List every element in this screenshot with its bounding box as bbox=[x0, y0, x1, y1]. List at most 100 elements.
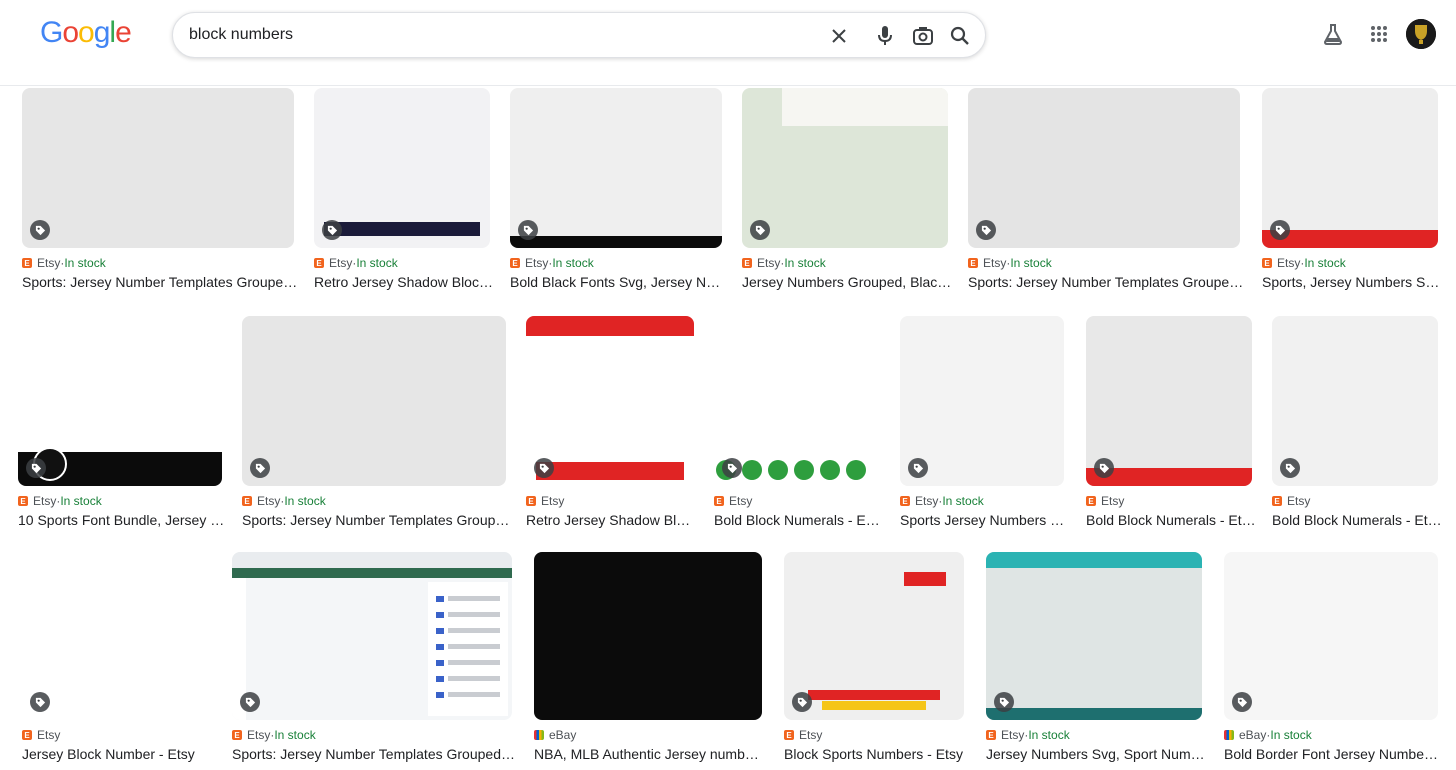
labs-flask-icon[interactable] bbox=[1320, 21, 1346, 47]
etsy-favicon-icon: E bbox=[510, 258, 520, 268]
image-result-card[interactable]: E Etsy Jersey Block Number - Etsy bbox=[22, 552, 210, 762]
layer-label bbox=[448, 628, 500, 633]
result-thumbnail[interactable] bbox=[22, 552, 210, 720]
result-title[interactable]: Sports: Jersey Number Templates Groupe… bbox=[968, 274, 1244, 292]
result-thumbnail[interactable] bbox=[510, 88, 722, 248]
product-tag-icon bbox=[518, 220, 538, 240]
result-thumbnail[interactable] bbox=[314, 88, 490, 248]
source-name: Etsy bbox=[915, 494, 939, 508]
etsy-favicon-icon: E bbox=[22, 258, 32, 268]
result-title[interactable]: Sports Jersey Numbers … bbox=[900, 512, 1068, 530]
image-result-card[interactable]: E Etsy · In stock Sports: Jersey Number Te… bbox=[232, 552, 515, 762]
image-result-card[interactable]: E Etsy Block Sports Numbers - Etsy bbox=[784, 552, 964, 762]
result-source: E Etsy · In stock bbox=[232, 728, 316, 742]
result-title[interactable]: Jersey Numbers Grouped, Blac… bbox=[742, 274, 952, 292]
source-name: Etsy bbox=[1101, 494, 1125, 508]
result-thumbnail[interactable] bbox=[968, 88, 1240, 248]
image-result-card[interactable]: E Etsy · In stock Bold Black Fonts Svg, Je… bbox=[510, 88, 726, 290]
result-title[interactable]: Sports: Jersey Number Templates Grouped… bbox=[232, 746, 516, 764]
image-result-card[interactable]: E Etsy Retro Jersey Shadow Bl… bbox=[526, 316, 694, 528]
format-dot bbox=[820, 460, 840, 480]
image-result-card[interactable]: E Etsy · In stock Sports, Jersey Numbers S… bbox=[1262, 88, 1439, 290]
image-result-card[interactable]: E Etsy · In stock Sports Jersey Numbers … bbox=[900, 316, 1064, 528]
source-name: Etsy bbox=[983, 256, 1007, 270]
result-title[interactable]: Retro Jersey Shadow Bloc… bbox=[314, 274, 494, 292]
microphone-icon[interactable] bbox=[873, 24, 897, 48]
avatar[interactable] bbox=[1406, 19, 1436, 49]
result-thumbnail[interactable] bbox=[714, 316, 878, 486]
result-thumbnail[interactable] bbox=[986, 552, 1202, 720]
product-tag-icon bbox=[994, 692, 1014, 712]
source-name: Etsy bbox=[33, 494, 57, 508]
google-logo[interactable]: Google bbox=[40, 16, 132, 50]
layer-swatch bbox=[436, 692, 444, 698]
product-tag-icon bbox=[240, 692, 260, 712]
source-name: eBay bbox=[1239, 728, 1267, 742]
layer-swatch bbox=[436, 596, 444, 602]
image-result-card[interactable]: E Etsy · In stock Jersey Numbers Grouped, … bbox=[742, 88, 951, 290]
etsy-favicon-icon: E bbox=[22, 730, 32, 740]
banner bbox=[510, 236, 722, 248]
image-result-card[interactable]: E Etsy Bold Block Numerals - Et… bbox=[1272, 316, 1442, 528]
result-thumbnail[interactable] bbox=[232, 552, 512, 720]
result-title[interactable]: Bold Block Numerals - Et… bbox=[1086, 512, 1256, 530]
result-source: eBay bbox=[534, 728, 576, 742]
result-thumbnail[interactable] bbox=[18, 316, 222, 486]
result-title[interactable]: NBA, MLB Authentic Jersey numbe… bbox=[534, 746, 766, 764]
image-result-card[interactable]: E Etsy · In stock Sports: Jersey Number Te… bbox=[242, 316, 509, 528]
image-result-card[interactable]: eBay NBA, MLB Authentic Jersey numbe… bbox=[534, 552, 766, 762]
close-icon[interactable] bbox=[827, 24, 851, 48]
thumb-background bbox=[968, 88, 1240, 248]
stock-status: In stock bbox=[552, 256, 594, 270]
result-title[interactable]: Bold Block Numerals - Et… bbox=[714, 512, 882, 530]
thumbnail-image bbox=[510, 88, 722, 248]
product-tag-icon bbox=[250, 458, 270, 478]
result-title[interactable]: Bold Block Numerals - Et… bbox=[1272, 512, 1442, 530]
result-thumbnail[interactable] bbox=[742, 88, 948, 248]
image-result-card[interactable]: E Etsy Bold Block Numerals - Et… bbox=[714, 316, 882, 528]
thumb-shape bbox=[22, 552, 210, 564]
apps-grid-icon[interactable] bbox=[1366, 21, 1392, 47]
image-result-card[interactable]: E Etsy · In stock Jersey Numbers Svg, Spor… bbox=[986, 552, 1205, 762]
source-name: eBay bbox=[549, 728, 577, 742]
etsy-favicon-icon: E bbox=[18, 496, 28, 506]
image-result-card[interactable]: E Etsy · In stock 10 Sports Font Bundle, J… bbox=[18, 316, 224, 528]
result-title[interactable]: Bold Black Fonts Svg, Jersey Nu… bbox=[510, 274, 726, 292]
result-title[interactable]: Sports: Jersey Number Templates Groupe… bbox=[22, 274, 298, 292]
image-result-card[interactable]: E Etsy · In stock Sports: Jersey Number Te… bbox=[968, 88, 1243, 290]
result-title[interactable]: Jersey Block Number - Etsy bbox=[22, 746, 214, 764]
result-title[interactable]: Sports, Jersey Numbers S… bbox=[1262, 274, 1442, 292]
result-thumbnail[interactable] bbox=[526, 316, 694, 486]
stock-status: In stock bbox=[1010, 256, 1052, 270]
image-result-card[interactable]: E Etsy Bold Block Numerals - Et… bbox=[1086, 316, 1256, 528]
source-name: Etsy bbox=[37, 728, 61, 742]
result-thumbnail[interactable] bbox=[534, 552, 762, 720]
result-thumbnail[interactable] bbox=[1086, 316, 1252, 486]
image-result-card[interactable]: eBay · In stock Bold Border Font Jersey N… bbox=[1224, 552, 1438, 762]
result-title[interactable]: Sports: Jersey Number Templates Group… bbox=[242, 512, 510, 530]
result-thumbnail[interactable] bbox=[900, 316, 1064, 486]
image-result-card[interactable]: E Etsy · In stock Sports: Jersey Number Te… bbox=[22, 88, 297, 290]
search-input[interactable] bbox=[189, 23, 809, 47]
result-thumbnail[interactable] bbox=[1272, 316, 1438, 486]
result-title[interactable]: 10 Sports Font Bundle, Jersey … bbox=[18, 512, 226, 530]
search-icon[interactable] bbox=[948, 24, 972, 48]
result-thumbnail[interactable] bbox=[242, 316, 506, 486]
result-title[interactable]: Jersey Numbers Svg, Sport Num… bbox=[986, 746, 1206, 764]
result-thumbnail[interactable] bbox=[1224, 552, 1438, 720]
app-toolbar bbox=[232, 552, 512, 568]
result-thumbnail[interactable] bbox=[784, 552, 964, 720]
source-name: Etsy bbox=[1287, 494, 1311, 508]
result-title[interactable]: Block Sports Numbers - Etsy bbox=[784, 746, 968, 764]
layer-label bbox=[448, 612, 500, 617]
thumb-background bbox=[22, 88, 294, 248]
result-source: E Etsy · In stock bbox=[314, 256, 398, 270]
image-result-card[interactable]: E Etsy · In stock Retro Jersey Shadow Bloc… bbox=[314, 88, 493, 290]
camera-lens-icon[interactable] bbox=[911, 24, 935, 48]
result-thumbnail[interactable] bbox=[22, 88, 294, 248]
banner bbox=[986, 708, 1202, 720]
result-thumbnail[interactable] bbox=[1262, 88, 1438, 248]
result-title[interactable]: Bold Border Font Jersey Numbe… bbox=[1224, 746, 1442, 764]
result-title[interactable]: Retro Jersey Shadow Bl… bbox=[526, 512, 698, 530]
product-tag-icon bbox=[30, 220, 50, 240]
